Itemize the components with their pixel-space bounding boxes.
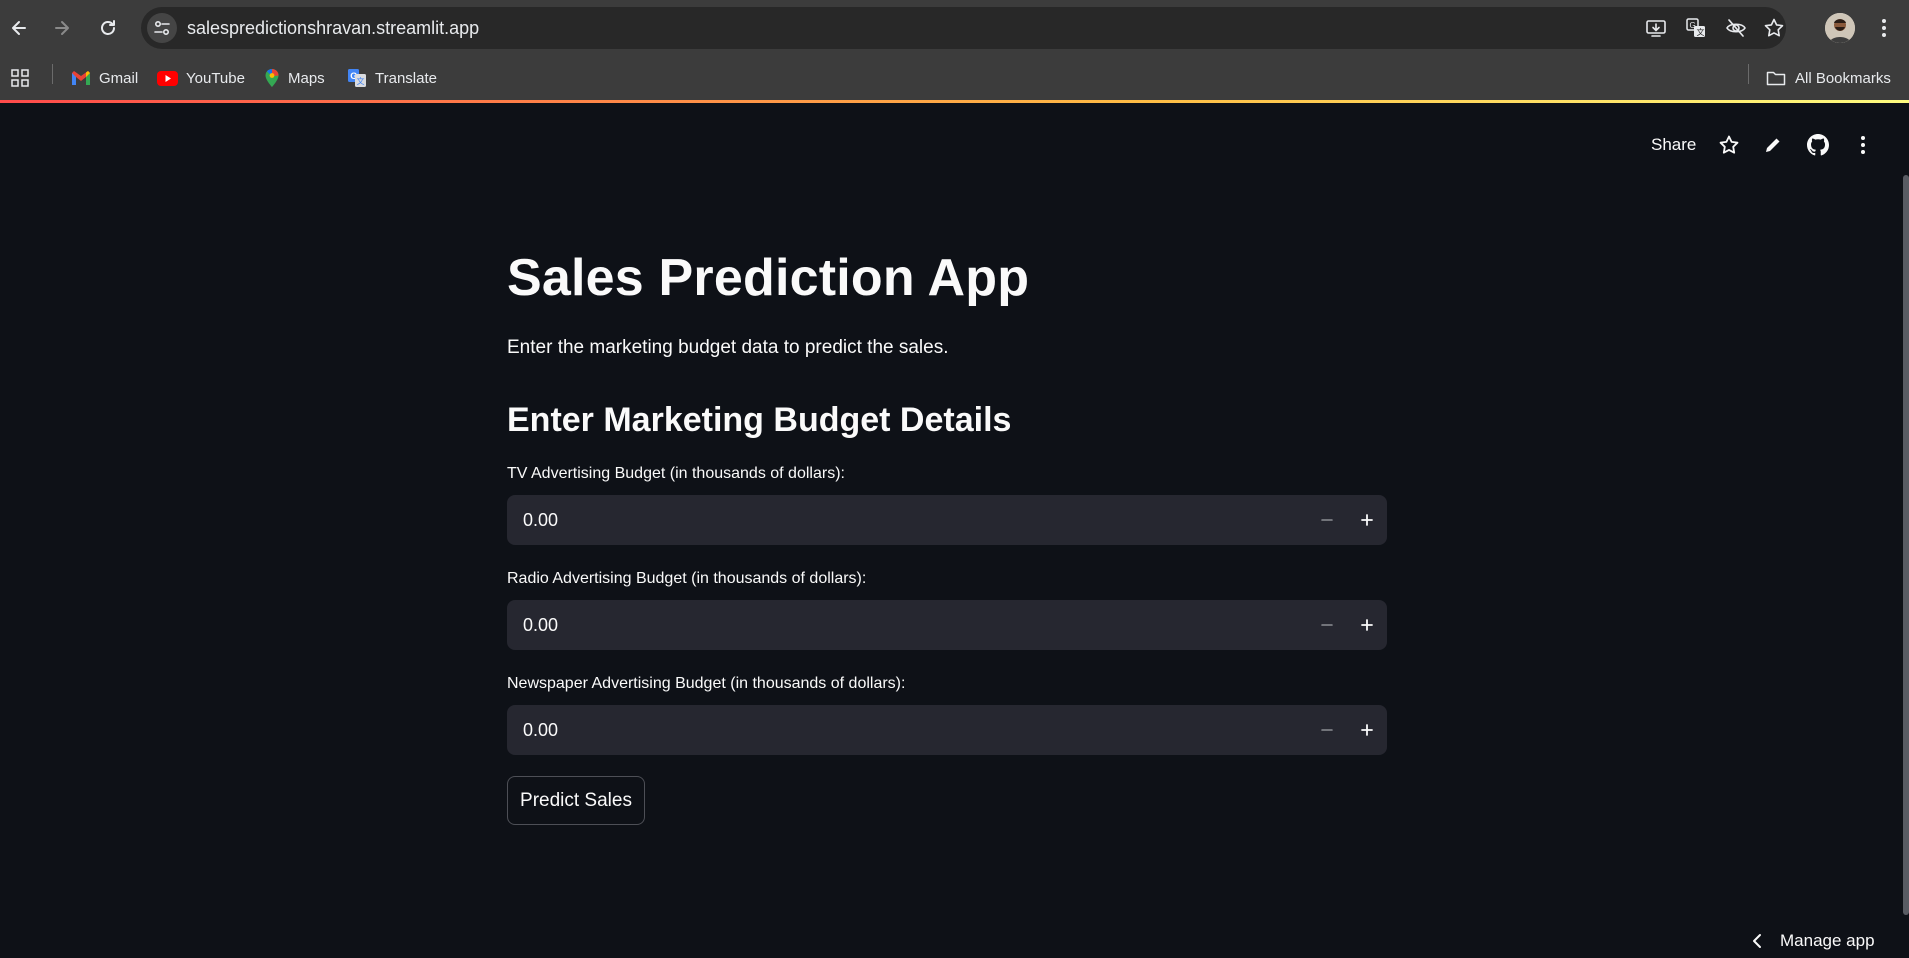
apps-button[interactable] bbox=[10, 62, 30, 94]
newspaper-budget-decrement[interactable] bbox=[1307, 705, 1347, 755]
favorite-app-button[interactable] bbox=[1714, 130, 1744, 160]
install-app-button[interactable] bbox=[1641, 13, 1671, 43]
bookmarks-divider-right bbox=[1748, 64, 1749, 84]
eye-off-icon bbox=[1726, 19, 1746, 37]
bookmark-label: Translate bbox=[375, 69, 437, 87]
section-heading: Enter Marketing Budget Details bbox=[507, 401, 1012, 439]
svg-text:文: 文 bbox=[357, 76, 365, 86]
manage-app-button[interactable]: Manage app bbox=[1752, 928, 1875, 954]
gmail-icon bbox=[72, 71, 90, 85]
tv-budget-value[interactable]: 0.00 bbox=[523, 495, 558, 545]
star-icon bbox=[1719, 135, 1739, 154]
back-button[interactable] bbox=[1, 10, 37, 46]
minus-icon bbox=[1321, 729, 1333, 731]
page-title: Sales Prediction App bbox=[507, 249, 1030, 307]
browser-toolbar: salespredictionshravan.streamlit.app G 文 bbox=[0, 0, 1909, 56]
tv-budget-label: TV Advertising Budget (in thousands of d… bbox=[507, 465, 845, 482]
chrome-menu-button[interactable] bbox=[1870, 10, 1898, 46]
folder-icon bbox=[1766, 71, 1786, 86]
tv-budget-increment[interactable] bbox=[1347, 495, 1387, 545]
reload-button[interactable] bbox=[90, 10, 126, 46]
all-bookmarks-button[interactable]: All Bookmarks bbox=[1766, 62, 1891, 94]
site-info-button[interactable] bbox=[147, 13, 177, 43]
radio-budget-value[interactable]: 0.00 bbox=[523, 600, 558, 650]
bookmarks-bar: Gmail YouTube Maps G 文 Translate All Boo… bbox=[0, 56, 1909, 100]
reload-icon bbox=[101, 20, 115, 35]
more-vert-icon bbox=[1882, 19, 1886, 37]
bookmark-gmail[interactable]: Gmail bbox=[71, 62, 138, 94]
tracking-protection-button[interactable] bbox=[1721, 13, 1751, 43]
page-description: Enter the marketing budget data to predi… bbox=[507, 337, 949, 358]
radio-budget-label: Radio Advertising Budget (in thousands o… bbox=[507, 570, 867, 587]
tv-budget-decrement[interactable] bbox=[1307, 495, 1347, 545]
back-arrow-icon bbox=[12, 21, 26, 35]
svg-text:文: 文 bbox=[1697, 27, 1705, 37]
translate-icon: G 文 bbox=[1686, 18, 1705, 37]
star-icon bbox=[1764, 18, 1784, 37]
user-avatar-icon bbox=[1825, 13, 1855, 43]
translate-icon: G 文 bbox=[348, 69, 366, 87]
all-bookmarks-label: All Bookmarks bbox=[1795, 69, 1891, 87]
maps-icon bbox=[265, 68, 279, 87]
github-button[interactable] bbox=[1803, 130, 1833, 160]
streamlit-decoration-bar bbox=[0, 100, 1909, 103]
bookmark-translate[interactable]: G 文 Translate bbox=[347, 62, 437, 94]
forward-button[interactable] bbox=[44, 10, 80, 46]
radio-budget-decrement[interactable] bbox=[1307, 600, 1347, 650]
bookmark-star-button[interactable] bbox=[1759, 13, 1789, 43]
predict-sales-button[interactable]: Predict Sales bbox=[507, 776, 645, 825]
github-icon bbox=[1807, 134, 1829, 156]
newspaper-budget-input[interactable]: 0.00 bbox=[507, 705, 1387, 755]
share-button[interactable]: Share bbox=[1651, 131, 1696, 159]
apps-grid-icon bbox=[11, 69, 29, 87]
newspaper-budget-label: Newspaper Advertising Budget (in thousan… bbox=[507, 675, 906, 692]
app-main-menu-button[interactable] bbox=[1848, 130, 1878, 160]
manage-app-label: Manage app bbox=[1780, 931, 1875, 950]
chevron-left-icon bbox=[1753, 934, 1761, 948]
forward-arrow-icon bbox=[55, 21, 69, 35]
plus-icon bbox=[1361, 619, 1373, 631]
plus-icon bbox=[1361, 514, 1373, 526]
radio-budget-increment[interactable] bbox=[1347, 600, 1387, 650]
bookmark-label: Gmail bbox=[99, 69, 139, 87]
bookmark-maps[interactable]: Maps bbox=[264, 62, 325, 94]
bookmarks-divider bbox=[52, 64, 53, 84]
address-bar[interactable]: salespredictionshravan.streamlit.app G 文 bbox=[141, 7, 1786, 49]
translate-page-button[interactable]: G 文 bbox=[1681, 13, 1711, 43]
plus-icon bbox=[1361, 724, 1373, 736]
bookmark-label: YouTube bbox=[186, 69, 245, 87]
more-vert-icon bbox=[1861, 136, 1865, 154]
radio-budget-input[interactable]: 0.00 bbox=[507, 600, 1387, 650]
pencil-icon bbox=[1766, 138, 1780, 152]
bookmark-label: Maps bbox=[288, 69, 325, 87]
newspaper-budget-increment[interactable] bbox=[1347, 705, 1387, 755]
profile-avatar[interactable] bbox=[1825, 13, 1855, 43]
minus-icon bbox=[1321, 624, 1333, 626]
youtube-icon bbox=[157, 70, 178, 86]
install-icon bbox=[1646, 20, 1666, 37]
url-text[interactable]: salespredictionshravan.streamlit.app bbox=[187, 7, 479, 49]
bookmark-youtube[interactable]: YouTube bbox=[157, 62, 245, 94]
page-scrollbar[interactable] bbox=[1903, 175, 1909, 915]
tv-budget-input[interactable]: 0.00 bbox=[507, 495, 1387, 545]
edit-app-button[interactable] bbox=[1758, 130, 1788, 160]
site-settings-icon bbox=[154, 20, 170, 36]
newspaper-budget-value[interactable]: 0.00 bbox=[523, 705, 558, 755]
minus-icon bbox=[1321, 519, 1333, 521]
